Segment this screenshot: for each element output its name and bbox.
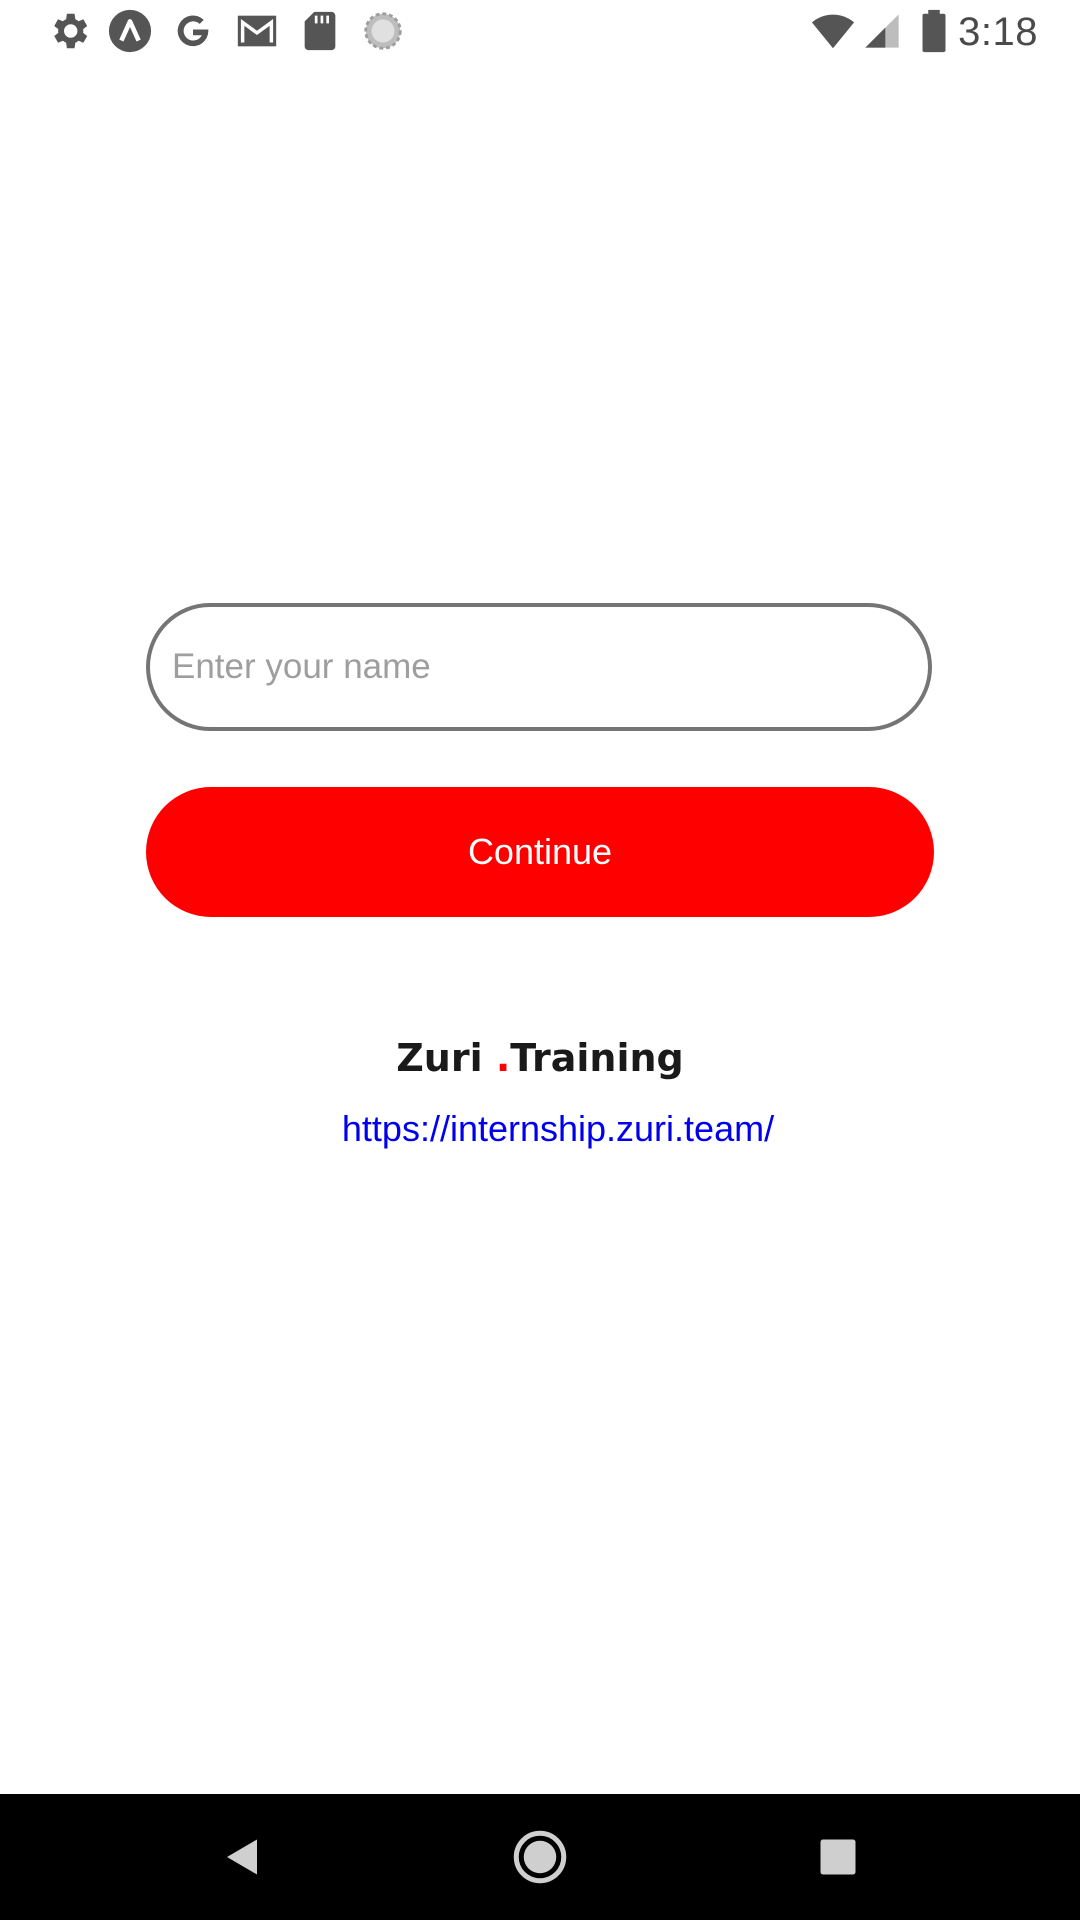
back-icon[interactable] (212, 1827, 272, 1887)
gmail-icon (234, 8, 280, 54)
zuri-training-logo: Zuri .Training (0, 1030, 1080, 1086)
internship-link[interactable]: https://internship.zuri.team/ (0, 1105, 1080, 1153)
name-input[interactable] (146, 603, 932, 731)
battery-icon (918, 8, 950, 54)
logo-text-zuri: Zuri (396, 1036, 483, 1080)
sd-card-icon (297, 8, 343, 54)
continue-button[interactable]: Continue (146, 787, 934, 917)
logo-dot: . (495, 1036, 511, 1080)
logo-text-training: Training (510, 1036, 684, 1080)
recents-icon[interactable] (808, 1827, 868, 1887)
status-time: 3:18 (958, 10, 1038, 54)
navigation-bar (0, 1794, 1080, 1920)
lambda-icon (107, 8, 153, 54)
signal-icon (862, 8, 902, 54)
status-bar: 3:18 (0, 0, 1080, 63)
wifi-icon (808, 8, 858, 54)
sync-circle-icon (360, 8, 406, 54)
google-icon (170, 8, 216, 54)
home-icon[interactable] (510, 1827, 570, 1887)
gear-icon (46, 8, 92, 54)
